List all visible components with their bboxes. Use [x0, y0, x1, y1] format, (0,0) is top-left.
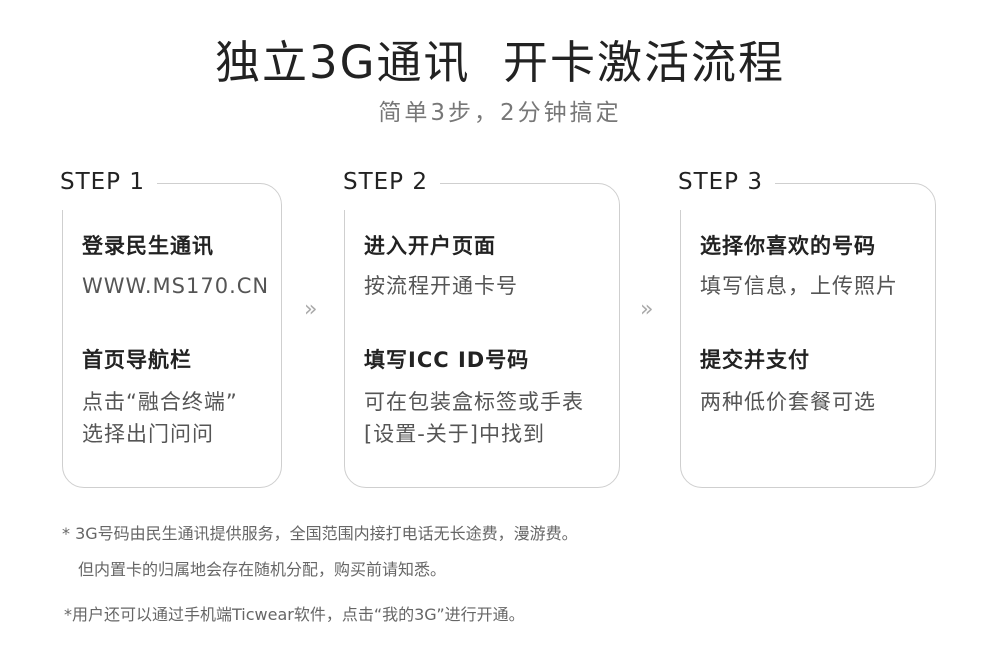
step-2-card-gap: [340, 190, 348, 210]
chevron-right-icon: »: [304, 297, 318, 322]
step-1-item-1-title: 登录民生通讯: [82, 234, 214, 258]
step-1-item-2-desc-line-2: 选择出门问问: [82, 422, 214, 446]
step-3-item-1-title: 选择你喜欢的号码: [700, 234, 876, 258]
step-2-item-2-desc-line-1: 可在包装盒标签或手表: [364, 390, 584, 414]
footnote-line-3: *用户还可以通过手机端Ticwear软件，点击“我的3G”进行开通。: [64, 605, 525, 624]
footnote-line-2: 但内置卡的归属地会存在随机分配，购买前请知悉。: [78, 560, 447, 579]
step-1-item-1-desc: WWW.MS170.CN: [82, 274, 270, 298]
step-1-item-2-title: 首页导航栏: [82, 348, 192, 372]
chevron-right-icon: »: [640, 297, 654, 322]
step-3-card-gap: [676, 190, 684, 210]
step-3-label: STEP 3: [678, 168, 775, 196]
step-2-item-1-desc: 按流程开通卡号: [364, 274, 518, 298]
page-title: 独立3G通讯 开卡激活流程: [214, 36, 786, 89]
page-subtitle: 简单3步，2分钟搞定: [378, 100, 622, 126]
step-1-item-2-desc-line-1: 点击“融合终端”: [82, 390, 238, 414]
footnote-line-1: * 3G号码由民生通讯提供服务，全国范围内接打电话无长途费，漫游费。: [62, 524, 578, 543]
step-3-item-1-desc: 填写信息，上传照片: [700, 274, 898, 298]
step-3-card: [680, 183, 936, 488]
step-2-item-2-desc-line-2: [设置-关于]中找到: [364, 422, 545, 446]
step-2-item-2-title: 填写ICC ID号码: [364, 348, 530, 372]
step-3-item-2-desc: 两种低价套餐可选: [700, 390, 876, 414]
step-3-item-2-title: 提交并支付: [700, 348, 810, 372]
step-1-card-gap: [58, 190, 66, 210]
step-1-label: STEP 1: [60, 168, 157, 196]
step-2-item-1-title: 进入开户页面: [364, 234, 496, 258]
step-2-label: STEP 2: [343, 168, 440, 196]
